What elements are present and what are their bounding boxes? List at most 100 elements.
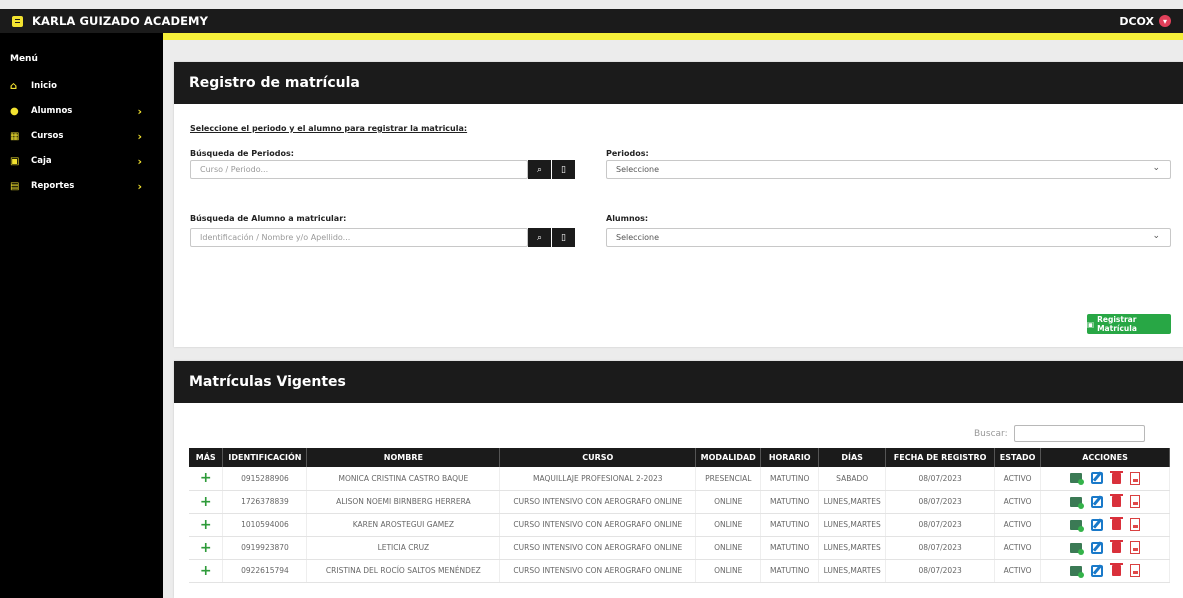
cell-curso: MAQUILLAJE PROFESIONAL 2-2023: [499, 467, 697, 491]
pdf-icon[interactable]: [1130, 564, 1141, 577]
cell-identificacion: 0922615794: [222, 559, 308, 583]
clear-button[interactable]: ▯: [552, 160, 575, 179]
cell-horario: MATUTINO: [760, 513, 820, 537]
col-acciones: ACCIONES: [1040, 448, 1170, 467]
edit-icon[interactable]: [1091, 564, 1104, 577]
cell-identificacion: 0915288906: [222, 467, 308, 491]
cell-fecha-registro: 08/07/2023: [885, 513, 996, 537]
pdf-icon[interactable]: [1130, 471, 1141, 485]
trash-icon[interactable]: [1110, 540, 1124, 553]
pdf-icon[interactable]: [1130, 541, 1141, 554]
cell-fecha-registro: 08/07/2023: [885, 536, 996, 560]
edit-icon[interactable]: [1091, 495, 1104, 508]
sidebar-item-label: Reportes: [31, 181, 75, 191]
cell-nombre: MONICA CRISTINA CASTRO BAQUE: [306, 467, 501, 491]
expand-row-button[interactable]: +: [189, 467, 224, 491]
chevron-down-icon: ⌄: [1152, 163, 1160, 173]
trash-icon[interactable]: [1110, 470, 1124, 484]
buscar-label: Buscar:: [974, 429, 1008, 439]
registro-instruction: Seleccione el periodo y el alumno para r…: [190, 124, 468, 133]
plus-icon: +: [199, 562, 212, 579]
sidebar-item-alumnos[interactable]: ● Alumnos ›: [10, 103, 142, 119]
col-fecha-registro[interactable]: FECHA DE REGISTRO: [885, 448, 996, 467]
trash-icon[interactable]: [1110, 494, 1124, 507]
trash-icon[interactable]: [1110, 563, 1124, 576]
registro-title: Registro de matrícula: [174, 62, 1183, 104]
periodo-search-input[interactable]: Curso / Periodo...: [190, 160, 528, 179]
expand-row-button[interactable]: +: [189, 559, 224, 583]
sidebar-item-inicio[interactable]: ⌂ Inicio: [10, 78, 142, 94]
col-modalidad[interactable]: MODALIDAD: [695, 448, 762, 467]
row-actions: [1040, 490, 1170, 514]
cell-dias: SABADO: [818, 467, 887, 491]
pdf-icon[interactable]: [1130, 495, 1141, 508]
sidebar-item-cursos[interactable]: ▦ Cursos ›: [10, 128, 142, 144]
cell-estado: ACTIVO: [994, 490, 1042, 514]
accent-bar: [163, 33, 1183, 40]
cell-nombre: ALISON NOEMI BIRNBERG HERRERA: [306, 490, 501, 514]
cell-dias: LUNES,MARTES: [818, 536, 887, 560]
edit-icon[interactable]: [1091, 541, 1104, 554]
top-bar: KARLA GUIZADO ACADEMY DCOX ▾: [0, 9, 1183, 33]
add-payment-icon[interactable]: [1070, 473, 1085, 486]
cell-modalidad: PRESENCIAL: [695, 467, 762, 491]
expand-row-button[interactable]: +: [189, 536, 224, 560]
add-payment-icon[interactable]: [1070, 542, 1085, 555]
chevron-down-icon[interactable]: ▾: [1159, 15, 1171, 27]
menu-title: Menú: [10, 54, 38, 64]
table-row: +0915288906 MONICA CRISTINA CASTRO BAQUE M…: [189, 467, 1170, 491]
search-button[interactable]: ⌕: [528, 228, 551, 247]
plus-icon: +: [199, 516, 212, 533]
col-horario[interactable]: HORARIO: [760, 448, 820, 467]
table-row: +0919923870 LETICIA CRUZ CURSO INTENSIVO C…: [189, 536, 1170, 560]
cell-curso: CURSO INTENSIVO CON AEROGRAFO ONLINE: [499, 513, 697, 537]
chevron-right-icon: ›: [137, 104, 142, 118]
sidebar-item-label: Cursos: [31, 131, 64, 141]
col-estado[interactable]: ESTADO: [994, 448, 1042, 467]
search-button[interactable]: ⌕: [528, 160, 551, 179]
report-icon: ▤: [10, 180, 20, 192]
brand[interactable]: KARLA GUIZADO ACADEMY: [12, 14, 208, 28]
cell-modalidad: ONLINE: [695, 559, 762, 583]
cell-fecha-registro: 08/07/2023: [885, 490, 996, 514]
registrar-matricula-button[interactable]: ▣ Registrar Matrícula: [1087, 314, 1171, 334]
document-icon: ▯: [561, 164, 566, 175]
col-curso[interactable]: CURSO: [499, 448, 697, 467]
add-payment-icon[interactable]: [1070, 565, 1085, 578]
cell-identificacion: 0919923870: [222, 536, 308, 560]
sidebar-item-caja[interactable]: ▣ Caja ›: [10, 153, 142, 169]
cell-dias: LUNES,MARTES: [818, 490, 887, 514]
clear-button[interactable]: ▯: [552, 228, 575, 247]
document-icon: ▯: [561, 232, 566, 243]
alumno-search-input[interactable]: Identificación / Nombre y/o Apellido...: [190, 228, 528, 247]
sidebar-item-label: Inicio: [31, 81, 57, 91]
edit-icon[interactable]: [1091, 472, 1104, 485]
plus-icon: +: [199, 470, 212, 487]
pdf-icon[interactable]: [1130, 518, 1141, 531]
matriculas-table: MÁS IDENTIFICACIÓN NOMBRE CURSO MODALIDA…: [189, 448, 1170, 583]
col-dias[interactable]: DÍAS: [818, 448, 887, 467]
expand-row-button[interactable]: +: [189, 490, 224, 514]
alumnos-select[interactable]: Seleccione ⌄: [606, 228, 1171, 247]
buscar-input[interactable]: [1014, 425, 1145, 442]
school-icon: ▦: [10, 130, 20, 142]
col-identificacion[interactable]: IDENTIFICACIÓN: [222, 448, 308, 467]
sidebar-item-reportes[interactable]: ▤ Reportes ›: [10, 178, 142, 194]
add-payment-icon[interactable]: [1070, 519, 1085, 532]
row-actions: [1040, 559, 1170, 583]
chevron-down-icon: ⌄: [1152, 231, 1160, 241]
cell-horario: MATUTINO: [760, 559, 820, 583]
col-mas[interactable]: MÁS: [189, 448, 224, 467]
edit-icon[interactable]: [1091, 518, 1104, 531]
expand-row-button[interactable]: +: [189, 513, 224, 537]
cell-dias: LUNES,MARTES: [818, 559, 887, 583]
user-menu[interactable]: DCOX ▾: [1119, 15, 1171, 28]
cell-estado: ACTIVO: [994, 559, 1042, 583]
search-icon: ⌕: [536, 232, 543, 243]
trash-icon[interactable]: [1110, 517, 1124, 530]
col-nombre[interactable]: NOMBRE: [306, 448, 501, 467]
periodos-select[interactable]: Seleccione ⌄: [606, 160, 1171, 179]
chevron-right-icon: ›: [137, 154, 142, 168]
add-payment-icon[interactable]: [1070, 496, 1085, 509]
chevron-right-icon: ›: [137, 129, 142, 143]
